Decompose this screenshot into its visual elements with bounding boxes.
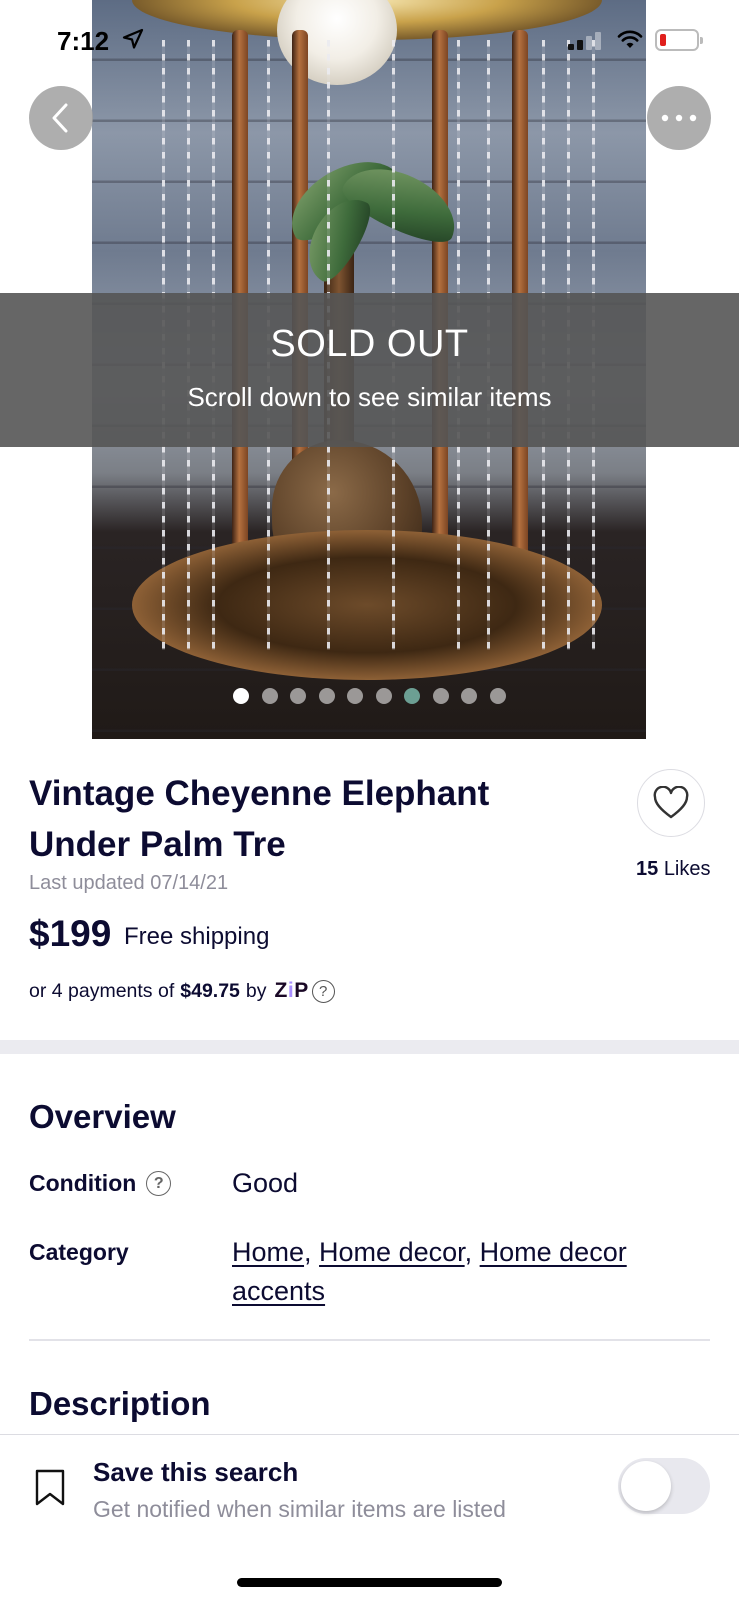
price: $199 [29, 913, 112, 954]
pay-by: by [245, 979, 267, 1002]
category-label: Category [29, 1239, 129, 1265]
wifi-icon [617, 30, 643, 55]
likes-count: 15 Likes [636, 858, 711, 881]
sold-out-title: SOLD OUT [270, 323, 469, 365]
pay-prefix: or 4 payments of [29, 979, 175, 1002]
carousel-dot[interactable] [290, 688, 306, 704]
carousel-dot[interactable] [375, 688, 392, 704]
save-search-bar: Save this search Get notified when simil… [0, 1434, 739, 1600]
carousel-dot[interactable] [404, 688, 420, 704]
bookmark-icon [34, 1469, 66, 1512]
save-search-title: Save this search [93, 1457, 299, 1487]
category-link-home[interactable]: Home [232, 1237, 304, 1267]
product-title: Vintage Cheyenne Elephant Under Palm Tre [29, 774, 490, 864]
save-search-toggle[interactable] [618, 1458, 710, 1514]
zip-help-icon[interactable]: ? [311, 979, 335, 1003]
battery-icon [655, 29, 703, 51]
toggle-knob [621, 1461, 671, 1511]
shipping-text: Free shipping [124, 923, 270, 950]
carousel-dot[interactable] [233, 688, 249, 704]
overview-heading: Overview [29, 1098, 176, 1135]
like-button[interactable] [637, 769, 705, 837]
sold-out-banner: SOLD OUT Scroll down to see similar item… [0, 293, 739, 447]
section-divider [0, 1040, 739, 1054]
description-heading: Description [29, 1385, 211, 1422]
back-button[interactable] [29, 86, 93, 150]
condition-label: Condition [29, 1170, 137, 1196]
carousel-dot[interactable] [347, 688, 363, 704]
carousel-dot[interactable] [318, 688, 335, 704]
category-link-home-decor[interactable]: Home decor [319, 1237, 465, 1267]
carousel-dot[interactable] [461, 688, 477, 704]
sold-out-subtitle: Scroll down to see similar items [187, 382, 552, 412]
condition-help-icon[interactable]: ? [146, 1171, 172, 1196]
heart-icon [653, 786, 689, 819]
status-time: 7:12 [57, 26, 110, 56]
cellular-signal-icon [568, 32, 601, 50]
likes-label: Likes [663, 858, 711, 880]
carousel-dot[interactable] [489, 688, 506, 704]
zip-logo: ZiP [274, 979, 309, 1002]
pay-amount: $49.75 [180, 979, 240, 1002]
chevron-left-icon [52, 103, 68, 133]
carousel-dot[interactable] [432, 688, 449, 704]
more-options-button[interactable] [647, 86, 711, 150]
carousel-dot[interactable] [261, 688, 278, 704]
product-image-carousel[interactable]: SOLD OUT Scroll down to see similar item… [0, 0, 739, 739]
likes-number: 15 [636, 858, 659, 880]
condition-value: Good [232, 1168, 299, 1198]
condition-label-row: Condition ? [29, 1170, 172, 1197]
carousel-dots[interactable] [233, 688, 506, 704]
ellipsis-icon [661, 114, 697, 122]
divider [29, 1339, 710, 1341]
category-links: Home, Home decor, Home decor accents [232, 1237, 627, 1306]
installment-payment-line: or 4 payments of $49.75 by ZiP ? [29, 979, 335, 1003]
home-indicator [237, 1578, 502, 1587]
location-arrow-icon [122, 28, 144, 55]
save-search-subtitle: Get notified when similar items are list… [93, 1496, 506, 1522]
last-updated-text: Last updated 07/14/21 [29, 872, 229, 894]
